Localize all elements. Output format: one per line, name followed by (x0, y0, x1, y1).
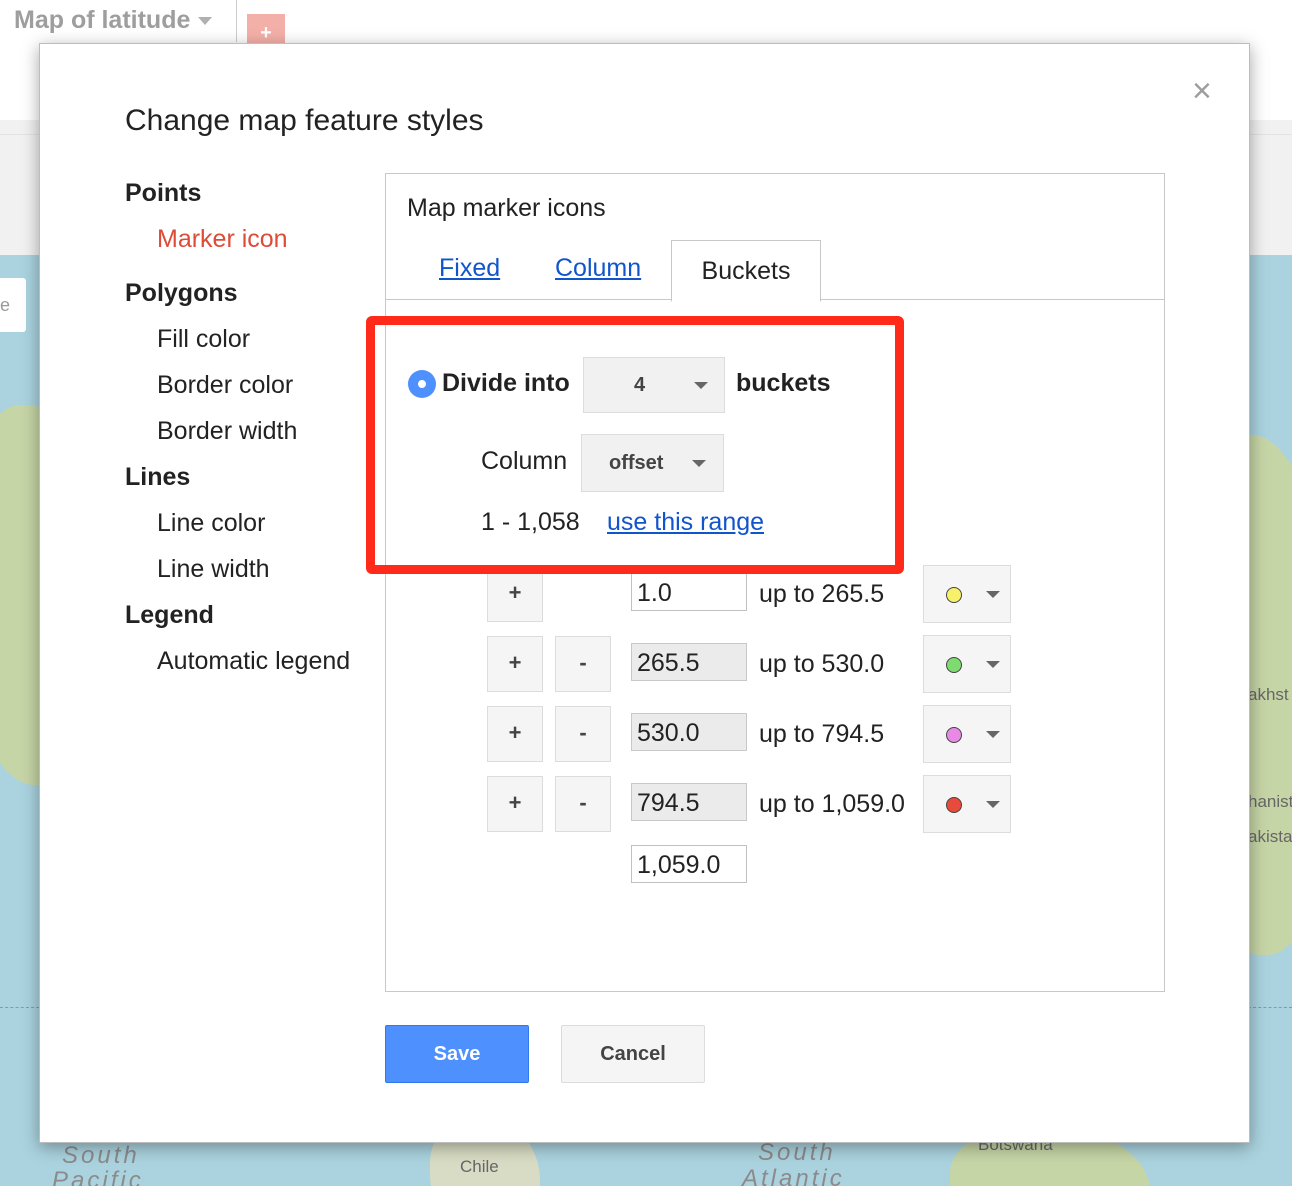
nav-item-fill-color[interactable]: Fill color (125, 316, 385, 362)
remove-bucket-button[interactable]: - (555, 636, 611, 692)
app-title[interactable]: Map of latitude (14, 6, 213, 35)
chevron-down-icon (198, 17, 213, 26)
range-text: 1 - 1,058 (481, 508, 580, 536)
map-boundary-line (1248, 1007, 1292, 1008)
nav-item-line-width[interactable]: Line width (125, 546, 385, 592)
nav-group-points: Points (125, 179, 202, 207)
change-styles-dialog: × Change map feature styles Points Marke… (39, 43, 1250, 1143)
bucket-count-value: 4 (634, 374, 646, 396)
purple-marker-icon (946, 727, 962, 743)
bucket-upper-label: up to 794.5 (759, 720, 885, 748)
nav-item-automatic-legend[interactable]: Automatic legend (125, 638, 385, 684)
red-marker-icon (946, 797, 962, 813)
remove-bucket-button[interactable]: - (555, 776, 611, 832)
map-label: hanist (1248, 792, 1292, 811)
style-nav: Points Marker icon Polygons Fill color B… (125, 170, 385, 684)
chevron-down-icon (986, 731, 1000, 738)
nav-group-polygons: Polygons (125, 279, 238, 307)
map-side-chip[interactable]: e (0, 278, 26, 332)
bucket-upper-label: up to 1,059.0 (759, 790, 905, 818)
bucket-color-select[interactable] (923, 565, 1011, 623)
column-select-value: offset (609, 452, 664, 474)
nav-item-border-width[interactable]: Border width (125, 408, 385, 454)
buckets-label: buckets (736, 369, 831, 397)
bucket-color-select[interactable] (923, 705, 1011, 763)
add-tab-button[interactable]: + (247, 14, 285, 44)
add-bucket-button[interactable]: + (487, 636, 543, 692)
bucket-count-select[interactable]: 4 (583, 357, 725, 413)
add-bucket-button[interactable]: + (487, 566, 543, 622)
chevron-down-icon (986, 801, 1000, 808)
nav-item-marker-icon[interactable]: Marker icon (125, 216, 385, 262)
remove-bucket-button[interactable]: - (555, 706, 611, 762)
chevron-down-icon (694, 382, 708, 389)
add-bucket-button[interactable]: + (487, 776, 543, 832)
column-select[interactable]: offset (581, 434, 724, 492)
dialog-title: Change map feature styles (125, 104, 484, 137)
chevron-down-icon (986, 661, 1000, 668)
bucket-from-input: 794.5 (631, 783, 747, 821)
cancel-button[interactable]: Cancel (561, 1025, 705, 1083)
nav-group-legend: Legend (125, 601, 214, 629)
tab-column[interactable]: Column (555, 254, 641, 283)
bucket-from-input[interactable]: 1.0 (631, 573, 747, 611)
save-button[interactable]: Save (385, 1025, 529, 1083)
bucket-upper-label: up to 530.0 (759, 650, 885, 678)
divide-radio-button[interactable] (408, 370, 436, 398)
tab-divider (236, 0, 237, 42)
close-icon[interactable]: × (1192, 72, 1212, 111)
nav-item-line-color[interactable]: Line color (125, 500, 385, 546)
map-label: akhst (1248, 685, 1289, 704)
column-label: Column (481, 447, 568, 475)
divide-into-label: Divide into (442, 369, 570, 397)
chevron-down-icon (692, 460, 706, 467)
yellow-marker-icon (946, 587, 962, 603)
bucket-from-input: 265.5 (631, 643, 747, 681)
bucket-color-select[interactable] (923, 775, 1011, 833)
bucket-from-input: 530.0 (631, 713, 747, 751)
map-label: South (758, 1139, 836, 1166)
map-label: Chile (460, 1157, 499, 1176)
use-this-range-link[interactable]: use this range (607, 508, 764, 537)
tab-buckets[interactable]: Buckets (671, 240, 821, 302)
bucket-color-select[interactable] (923, 635, 1011, 693)
map-label: akista (1248, 827, 1292, 846)
map-label: South (62, 1142, 140, 1169)
chevron-down-icon (986, 591, 1000, 598)
map-label: Atlantic (742, 1165, 845, 1186)
app-title-text: Map of latitude (14, 6, 191, 34)
panel-heading: Map marker icons (407, 194, 606, 222)
bucket-final-input[interactable]: 1,059.0 (631, 845, 747, 883)
nav-group-lines: Lines (125, 463, 191, 491)
bucket-upper-label: up to 265.5 (759, 580, 885, 608)
add-bucket-button[interactable]: + (487, 706, 543, 762)
map-label: Pacific (52, 1167, 144, 1186)
green-marker-icon (946, 657, 962, 673)
nav-item-border-color[interactable]: Border color (125, 362, 385, 408)
tab-fixed[interactable]: Fixed (439, 254, 500, 283)
